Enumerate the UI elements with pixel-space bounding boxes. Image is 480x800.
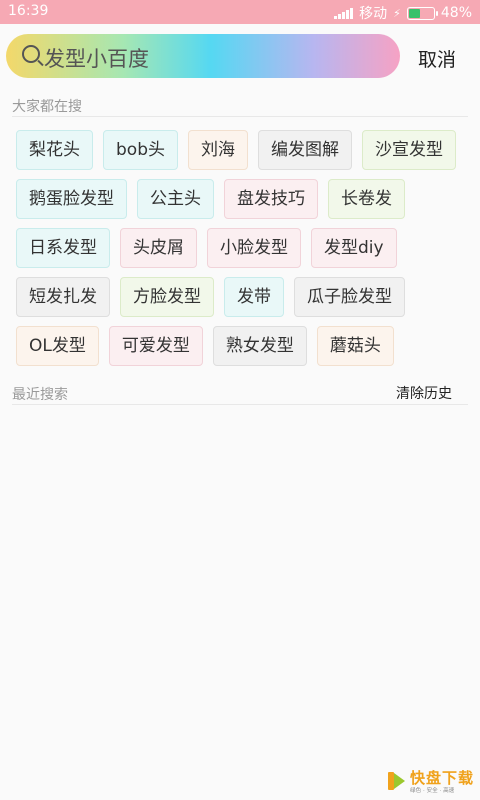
hot-tag[interactable]: 长卷发 <box>328 179 405 219</box>
hot-tag[interactable]: 沙宣发型 <box>361 130 456 170</box>
watermark: 快盘下载 绿色 · 安全 · 高速 <box>386 770 474 795</box>
hot-tag[interactable]: 发带 <box>224 277 284 317</box>
hot-tag[interactable]: 短发扎发 <box>16 277 110 317</box>
status-bar: 16:39 移动 ⚡ 48% <box>0 0 480 24</box>
recent-search-title: 最近搜索 <box>12 387 68 403</box>
divider <box>12 116 468 117</box>
logo-icon <box>386 770 408 792</box>
hot-tag[interactable]: 盘发技巧 <box>224 179 318 219</box>
hot-tag[interactable]: 发型diy <box>311 228 397 268</box>
hot-tag[interactable]: 头皮屑 <box>120 228 197 268</box>
hot-tag[interactable]: 可爱发型 <box>108 326 203 366</box>
battery-level <box>408 8 421 18</box>
hot-tag[interactable]: 鹅蛋脸发型 <box>16 179 127 219</box>
charging-icon: ⚡ <box>393 6 401 20</box>
hot-tag[interactable]: 瓜子脸发型 <box>294 277 405 317</box>
status-icons: 移动 ⚡ 48% <box>334 3 472 23</box>
hot-tag[interactable]: 蘑菇头 <box>316 326 394 366</box>
battery-icon <box>406 6 438 20</box>
search-input[interactable]: 发型小百度 <box>44 43 149 73</box>
clear-history-button[interactable]: 清除历史 <box>396 383 452 403</box>
carrier-label: 移动 <box>359 6 388 22</box>
hot-tag[interactable]: 熟女发型 <box>212 326 307 366</box>
hot-tag[interactable]: 编发图解 <box>257 130 352 170</box>
cancel-button[interactable]: 取消 <box>418 45 456 72</box>
clock: 16:39 <box>8 3 49 19</box>
hot-tag[interactable]: 方脸发型 <box>120 277 214 317</box>
search-bar[interactable]: 发型小百度 <box>6 34 400 78</box>
signal-icon <box>334 7 354 19</box>
hot-tag[interactable]: 公主头 <box>137 179 214 219</box>
hot-tag[interactable]: bob头 <box>103 130 178 170</box>
divider <box>12 404 468 405</box>
hot-tag[interactable]: 梨花头 <box>16 130 93 170</box>
hot-tag[interactable]: 刘海 <box>187 130 248 170</box>
hot-tag[interactable]: OL发型 <box>16 326 99 366</box>
watermark-name: 快盘下载 <box>409 769 474 787</box>
battery-percent: 48% <box>440 5 472 21</box>
hot-tag[interactable]: 日系发型 <box>16 228 110 268</box>
hot-tag[interactable]: 小脸发型 <box>207 228 301 268</box>
search-icon <box>22 45 40 63</box>
hot-tags: 梨花头 bob头 刘海 编发图解 沙宣发型鹅蛋脸发型 公主头 盘发技巧 长卷发日系发型 头皮屑小… <box>16 130 468 366</box>
hot-search-title: 大家都在搜 <box>12 99 82 115</box>
watermark-tagline: 绿色 · 安全 · 高速 <box>409 787 455 794</box>
